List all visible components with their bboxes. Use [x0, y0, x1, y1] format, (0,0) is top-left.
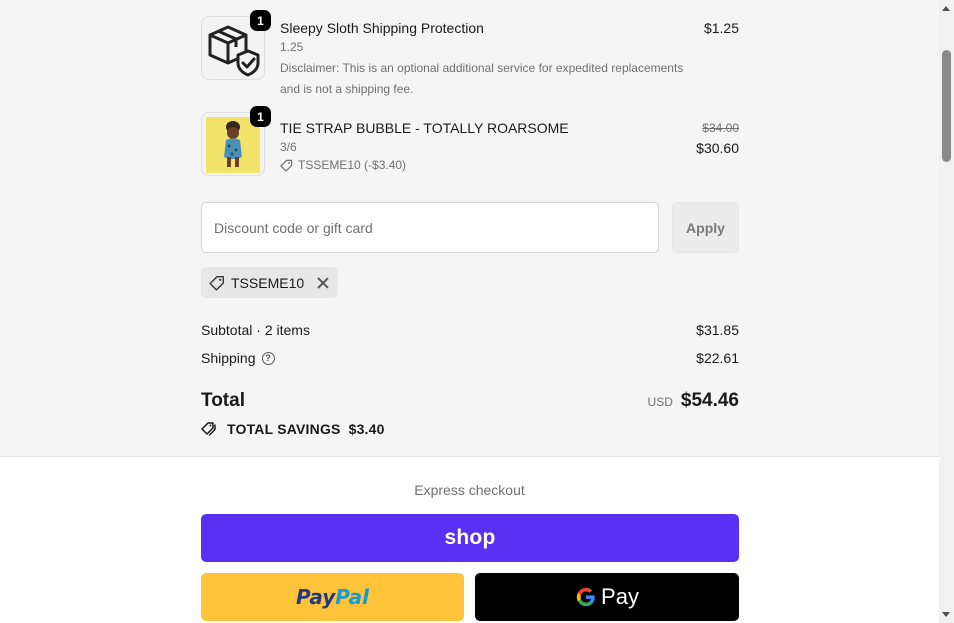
remove-discount-close-icon[interactable] [316, 276, 330, 290]
discount-code-input[interactable] [201, 202, 659, 253]
scrollbar-thumb[interactable] [942, 50, 951, 162]
line-item: 1 Sleepy Sloth Shipping Protection 1.25 … [201, 10, 739, 98]
item-title: TIE STRAP BUBBLE - TOTALLY ROARSOME [280, 120, 569, 136]
item-original-price: $34.00 [702, 121, 739, 135]
item-disclaimer-line-1: Disclaimer: This is an optional addition… [280, 61, 684, 75]
total-row: Total USD $54.46 [201, 388, 739, 414]
line-item: 1 TIE STRAP BUBBLE - TOTALLY ROARSOME 3/… [201, 106, 739, 178]
item-variant: 3/6 [280, 140, 297, 154]
subtotal-value: $31.85 [696, 322, 739, 338]
item-discount-label: TSSEME10 (-$3.40) [298, 158, 407, 172]
product-thumbnail: 1 [201, 106, 271, 176]
total-label: Total [201, 390, 245, 411]
applied-discount-chip: TSSEME10 [201, 267, 339, 298]
item-variant: 1.25 [280, 40, 304, 54]
shipping-row: Shipping ? $22.61 [201, 348, 739, 368]
quantity-badge: 1 [250, 106, 271, 127]
apply-discount-button[interactable]: Apply [672, 202, 739, 253]
total-savings-label: TOTAL SAVINGS [227, 421, 341, 437]
item-price: $30.60 [696, 140, 739, 156]
google-pay-label: Pay [601, 584, 639, 609]
paypal-logo-part2: Pal [335, 585, 370, 609]
shipping-label: Shipping [201, 350, 256, 366]
tag-icon [209, 275, 224, 291]
item-title: Sleepy Sloth Shipping Protection [280, 20, 484, 36]
tags-icon [201, 422, 216, 436]
shop-pay-button[interactable]: shop [201, 514, 739, 562]
quantity-badge: 1 [250, 10, 271, 31]
google-g-icon [576, 587, 595, 607]
total-savings: TOTAL SAVINGS $3.40 [201, 421, 385, 437]
help-circle-icon[interactable]: ? [261, 351, 275, 365]
paypal-logo-part1: Pay [295, 585, 336, 609]
product-thumbnail: 1 [201, 10, 271, 80]
applied-discount-code: TSSEME10 [231, 274, 305, 291]
item-disclaimer-line-2: and is not a shipping fee. [280, 82, 414, 96]
subtotal-row: Subtotal · 2 items $31.85 [201, 320, 739, 340]
subtotal-label: Subtotal · 2 items [201, 322, 310, 338]
order-summary: 1 Sleepy Sloth Shipping Protection 1.25 … [0, 0, 939, 457]
paypal-button[interactable]: PayPal [201, 573, 464, 621]
item-discount: TSSEME10 (-$3.40) [280, 158, 406, 172]
scroll-up-arrow-icon[interactable] [942, 6, 950, 11]
scroll-down-arrow-icon[interactable] [942, 612, 950, 617]
item-price: $1.25 [703, 20, 739, 36]
express-checkout-title: Express checkout [414, 482, 525, 498]
vertical-scrollbar[interactable] [939, 0, 954, 623]
total-savings-value: $3.40 [348, 421, 385, 437]
tag-icon [280, 159, 293, 172]
google-pay-button[interactable]: Pay [475, 573, 739, 621]
shipping-value: $22.61 [696, 350, 739, 366]
currency-code: USD [647, 395, 673, 409]
total-amount: $54.46 [680, 390, 739, 411]
